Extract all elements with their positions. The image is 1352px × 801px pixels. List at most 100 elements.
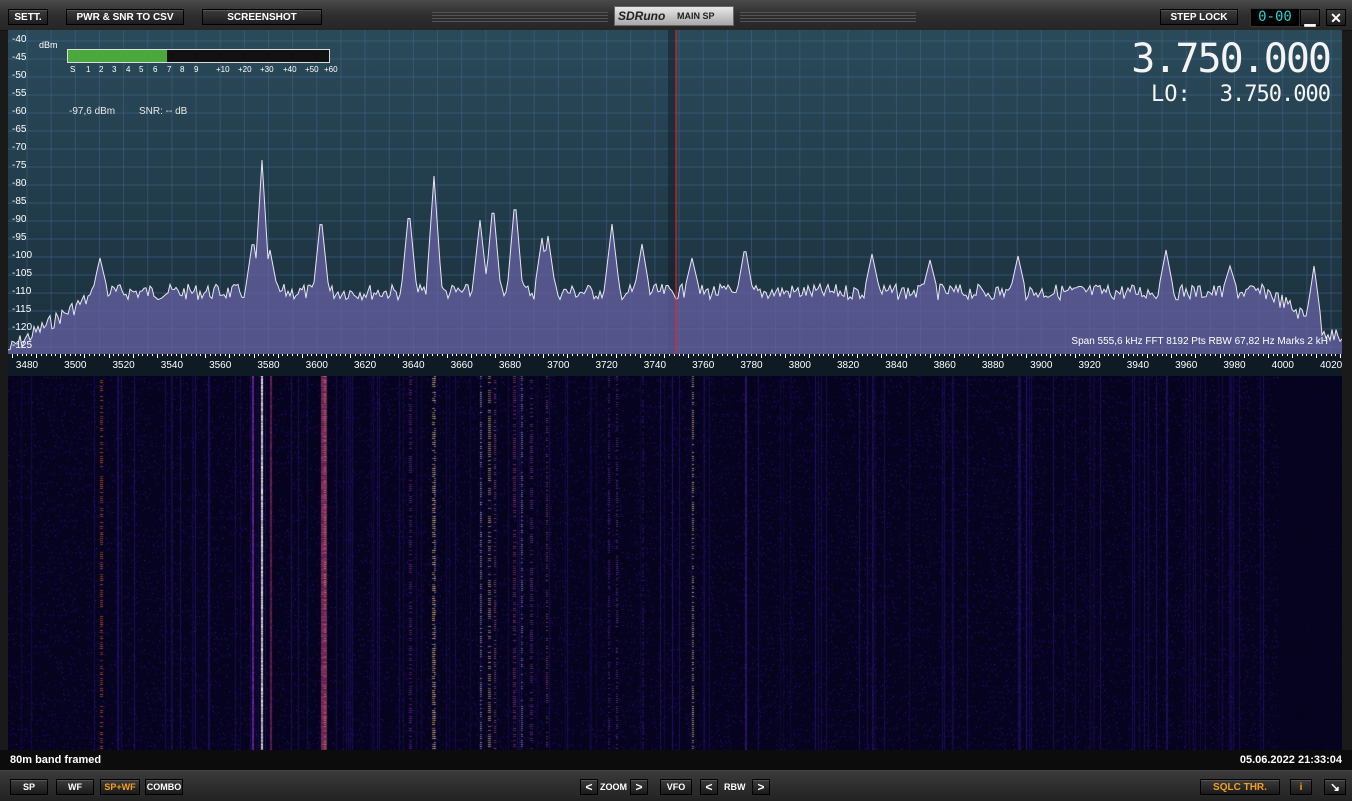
frequency-tick-label: 3620 bbox=[353, 360, 377, 371]
axis-minor-tick bbox=[1195, 354, 1197, 358]
axis-minor-tick bbox=[1233, 354, 1235, 356]
waterfall-display[interactable] bbox=[8, 376, 1342, 750]
axis-minor-tick bbox=[1045, 354, 1047, 356]
axis-minor-tick bbox=[1074, 354, 1076, 358]
axis-minor-tick bbox=[1127, 354, 1129, 356]
axis-minor-tick bbox=[697, 354, 699, 356]
axis-minor-tick bbox=[625, 354, 627, 356]
rbw-increase-button[interactable]: > bbox=[752, 779, 770, 795]
frequency-tick-label: 3500 bbox=[64, 360, 87, 371]
axis-minor-tick bbox=[316, 354, 318, 356]
axis-minor-tick bbox=[552, 354, 554, 356]
axis-minor-tick bbox=[31, 354, 33, 356]
frequency-tick-label: 3600 bbox=[305, 360, 328, 371]
s-meter-tick: 5 bbox=[139, 65, 144, 74]
axis-minor-tick bbox=[350, 354, 352, 358]
axis-minor-tick bbox=[1151, 354, 1153, 356]
combo-mode-button[interactable]: COMBO bbox=[145, 779, 183, 795]
db-scale-label: -65 bbox=[12, 124, 27, 135]
axis-minor-tick bbox=[1180, 354, 1182, 356]
lo-frequency[interactable]: 3.750.000 bbox=[1220, 82, 1331, 107]
s-meter-tick: +60 bbox=[324, 65, 338, 74]
axis-minor-tick bbox=[963, 354, 965, 356]
close-icon[interactable]: ✕ bbox=[1326, 9, 1346, 26]
zoom-in-button[interactable]: > bbox=[630, 779, 648, 795]
axis-minor-tick bbox=[364, 354, 366, 356]
info-icon[interactable]: i bbox=[1290, 779, 1312, 795]
db-scale-label: -90 bbox=[12, 214, 27, 225]
sp-mode-button[interactable]: SP bbox=[10, 779, 48, 795]
axis-minor-tick bbox=[239, 354, 240, 356]
pwr-snr-csv-button[interactable]: PWR & SNR TO CSV bbox=[66, 9, 184, 25]
axis-minor-tick bbox=[702, 354, 704, 356]
axis-minor-tick bbox=[770, 354, 772, 356]
axis-minor-tick bbox=[1258, 354, 1260, 356]
axis-minor-tick bbox=[1060, 354, 1062, 356]
axis-minor-tick bbox=[717, 354, 719, 356]
axis-minor-tick bbox=[519, 354, 521, 358]
db-scale-label: -80 bbox=[12, 178, 27, 189]
frequency-axis[interactable]: 3480 3500 3520 3540 3560 3580 3600 3620 3640 3660… bbox=[8, 354, 1342, 376]
axis-minor-tick bbox=[272, 354, 274, 356]
spectrum-display[interactable]: -40 -45 -50 -55 -60 -65 -70 -75 -80 -85 -90 -95 -100… bbox=[8, 30, 1342, 354]
drag-grip-left[interactable] bbox=[432, 12, 608, 22]
axis-minor-tick bbox=[572, 354, 574, 356]
resize-corner-icon[interactable]: ↘ bbox=[1324, 779, 1346, 795]
vfo-frequency[interactable]: 3.750.000 bbox=[1131, 36, 1332, 82]
frequency-tick-label: 3720 bbox=[595, 360, 618, 371]
axis-minor-tick bbox=[543, 354, 545, 358]
axis-minor-tick bbox=[1209, 354, 1211, 356]
axis-minor-tick bbox=[475, 354, 477, 356]
frequency-tick-label: 3660 bbox=[450, 360, 473, 371]
timestamp: 05.06.2022 21:33:04 bbox=[1239, 754, 1342, 766]
s-meter-tick: +30 bbox=[260, 65, 274, 74]
axis-minor-tick bbox=[891, 354, 893, 356]
axis-minor-tick bbox=[857, 354, 859, 358]
zoom-out-button[interactable]: < bbox=[580, 779, 598, 795]
axis-minor-tick bbox=[1108, 354, 1110, 356]
sqlc-threshold-button[interactable]: SQLC THR. bbox=[1200, 779, 1280, 795]
vfo-button[interactable]: VFO bbox=[660, 779, 692, 795]
s-meter-tick: 2 bbox=[99, 65, 104, 74]
axis-minor-tick bbox=[1262, 354, 1264, 356]
axis-minor-tick bbox=[635, 354, 637, 356]
axis-minor-tick bbox=[98, 354, 100, 356]
axis-minor-tick bbox=[335, 354, 337, 356]
settings-button[interactable]: SETT. bbox=[8, 9, 48, 25]
axis-minor-tick bbox=[949, 354, 951, 356]
frequency-tick-label: 3860 bbox=[933, 360, 956, 371]
axis-minor-tick bbox=[731, 354, 733, 356]
axis-minor-tick bbox=[591, 354, 593, 358]
minimize-icon[interactable]: ▁ bbox=[1300, 9, 1320, 26]
axis-minor-tick bbox=[374, 354, 376, 358]
axis-minor-tick bbox=[654, 354, 656, 356]
step-lock-button[interactable]: STEP LOCK bbox=[1160, 9, 1238, 25]
axis-minor-tick bbox=[992, 354, 994, 356]
axis-minor-tick bbox=[862, 354, 864, 356]
rbw-label: RBW bbox=[724, 782, 746, 792]
axis-minor-tick bbox=[26, 354, 28, 356]
sp-wf-mode-button[interactable]: SP+WF bbox=[100, 779, 140, 795]
signal-level: -97,6 dBm bbox=[69, 106, 116, 117]
axis-minor-tick bbox=[263, 354, 265, 356]
s-meter-tick: 7 bbox=[167, 65, 172, 74]
axis-minor-tick bbox=[383, 354, 385, 356]
wf-mode-button[interactable]: WF bbox=[56, 779, 94, 795]
axis-minor-tick bbox=[833, 354, 835, 358]
frequency-tick-label: 3840 bbox=[885, 360, 908, 371]
waterfall-canvas[interactable] bbox=[8, 376, 1342, 750]
axis-minor-tick bbox=[799, 354, 801, 356]
db-scale-label: -115 bbox=[12, 304, 32, 315]
s-meter-tick: 1 bbox=[86, 65, 91, 74]
screenshot-button[interactable]: SCREENSHOT bbox=[202, 9, 322, 25]
frequency-tick-label: 3940 bbox=[1126, 360, 1150, 371]
axis-minor-tick bbox=[1161, 354, 1163, 356]
rbw-decrease-button[interactable]: < bbox=[700, 779, 718, 795]
axis-minor-tick bbox=[1306, 354, 1308, 356]
drag-grip-right[interactable] bbox=[740, 12, 916, 22]
axis-minor-tick bbox=[161, 354, 163, 356]
db-scale-label: -95 bbox=[12, 232, 27, 243]
axis-minor-tick bbox=[248, 354, 250, 356]
axis-minor-tick bbox=[417, 354, 419, 356]
axis-minor-tick bbox=[842, 354, 844, 356]
